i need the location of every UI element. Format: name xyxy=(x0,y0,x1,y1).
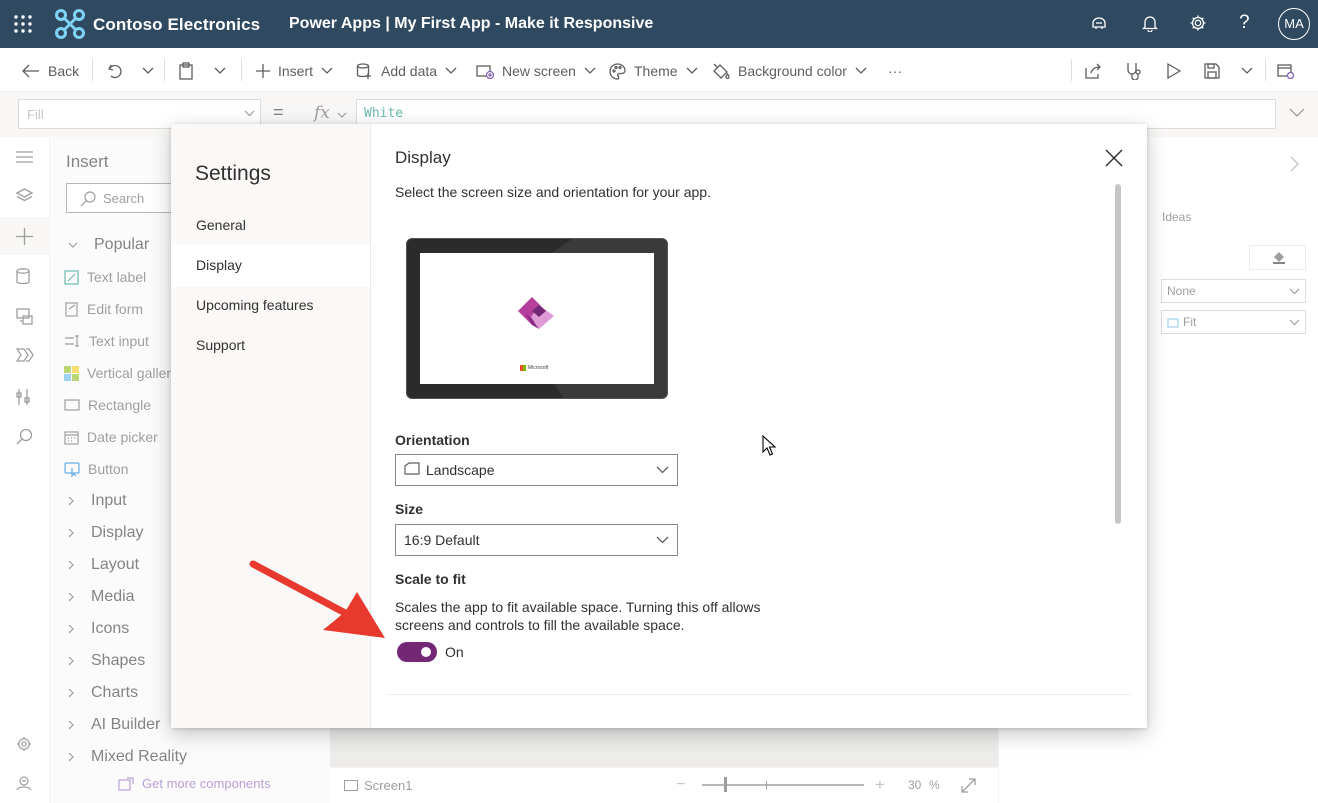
settings-gear-icon[interactable] xyxy=(1189,14,1207,32)
notifications-icon[interactable] xyxy=(1142,14,1158,32)
paste-menu-chevron-icon[interactable] xyxy=(214,61,234,81)
app-launcher-icon[interactable] xyxy=(13,14,33,34)
toggle-knob xyxy=(421,647,431,657)
size-value: 16:9 Default xyxy=(404,532,480,548)
device-screen: Microsoft xyxy=(420,253,654,384)
share-icon[interactable] xyxy=(1085,61,1110,81)
insert-label: Insert xyxy=(278,63,314,79)
theme-button[interactable]: Theme xyxy=(609,61,698,81)
nav-support[interactable]: Support xyxy=(171,325,370,367)
size-dropdown[interactable]: 16:9 Default xyxy=(395,524,678,556)
scale-to-fit-description: Scales the app to fit available space. T… xyxy=(395,599,761,633)
preview-play-icon[interactable] xyxy=(1167,61,1189,81)
dialog-scrollbar[interactable] xyxy=(1115,184,1121,524)
more-commands-button[interactable]: ··· xyxy=(888,61,902,81)
insert-button[interactable]: Insert xyxy=(256,61,333,81)
device-preview: Microsoft xyxy=(406,238,668,399)
microsoft-brand: Microsoft xyxy=(520,365,548,371)
brand-text: Microsoft xyxy=(528,365,549,371)
background-color-label: Background color xyxy=(738,63,847,79)
publish-icon[interactable] xyxy=(1277,61,1302,81)
org-name[interactable]: Contoso Electronics xyxy=(93,15,260,35)
new-screen-label: New screen xyxy=(502,63,576,79)
copilot-icon[interactable] xyxy=(1090,14,1108,32)
divider xyxy=(387,694,1131,695)
orientation-dropdown[interactable]: Landscape xyxy=(395,454,678,486)
divider xyxy=(92,59,93,81)
orientation-label: Orientation xyxy=(395,432,470,448)
app-checker-icon[interactable] xyxy=(1124,61,1150,81)
save-icon[interactable] xyxy=(1204,61,1228,81)
size-label: Size xyxy=(395,501,424,517)
nav-display[interactable]: Display xyxy=(171,245,370,287)
command-bar: Back Insert Add data New screen Theme Ba… xyxy=(0,48,1318,92)
mouse-cursor-icon xyxy=(762,435,776,457)
app-title: Power Apps | My First App - Make it Resp… xyxy=(289,15,654,32)
nav-upcoming-features[interactable]: Upcoming features xyxy=(171,285,370,327)
new-screen-button[interactable]: New screen xyxy=(476,61,596,81)
undo-button[interactable] xyxy=(107,61,131,81)
divider xyxy=(164,59,165,81)
scale-to-fit-toggle[interactable] xyxy=(397,642,437,662)
divider xyxy=(1265,59,1266,81)
add-data-label: Add data xyxy=(381,63,438,79)
background-color-button[interactable]: Background color xyxy=(712,61,867,81)
undo-menu-chevron-icon[interactable] xyxy=(142,61,162,81)
back-label: Back xyxy=(48,63,80,79)
divider xyxy=(241,59,242,81)
settings-title: Settings xyxy=(195,162,271,185)
user-avatar[interactable]: MA xyxy=(1278,8,1310,40)
help-icon[interactable]: ? xyxy=(1239,12,1250,34)
paste-button[interactable] xyxy=(178,61,202,81)
display-description: Select the screen size and orientation f… xyxy=(395,184,711,200)
close-icon[interactable] xyxy=(1104,148,1124,168)
add-data-button[interactable]: Add data xyxy=(356,61,457,81)
display-heading: Display xyxy=(395,148,451,167)
microsoft-logo-icon xyxy=(520,365,526,371)
annotation-arrow-icon xyxy=(245,558,390,643)
orientation-value: Landscape xyxy=(426,462,495,478)
settings-content: Display Select the screen size and orien… xyxy=(371,124,1147,728)
app-header: Contoso Electronics Power Apps | My Firs… xyxy=(0,0,1318,48)
power-apps-logo-icon xyxy=(516,295,558,337)
scale-to-fit-label: Scale to fit xyxy=(395,571,466,587)
contoso-logo-icon xyxy=(54,8,86,40)
divider xyxy=(1071,59,1072,81)
back-button[interactable]: Back xyxy=(22,61,79,81)
save-menu-chevron-icon[interactable] xyxy=(1241,61,1261,81)
toggle-state-label: On xyxy=(445,644,464,660)
nav-general[interactable]: General xyxy=(171,205,370,247)
theme-label: Theme xyxy=(634,63,678,79)
